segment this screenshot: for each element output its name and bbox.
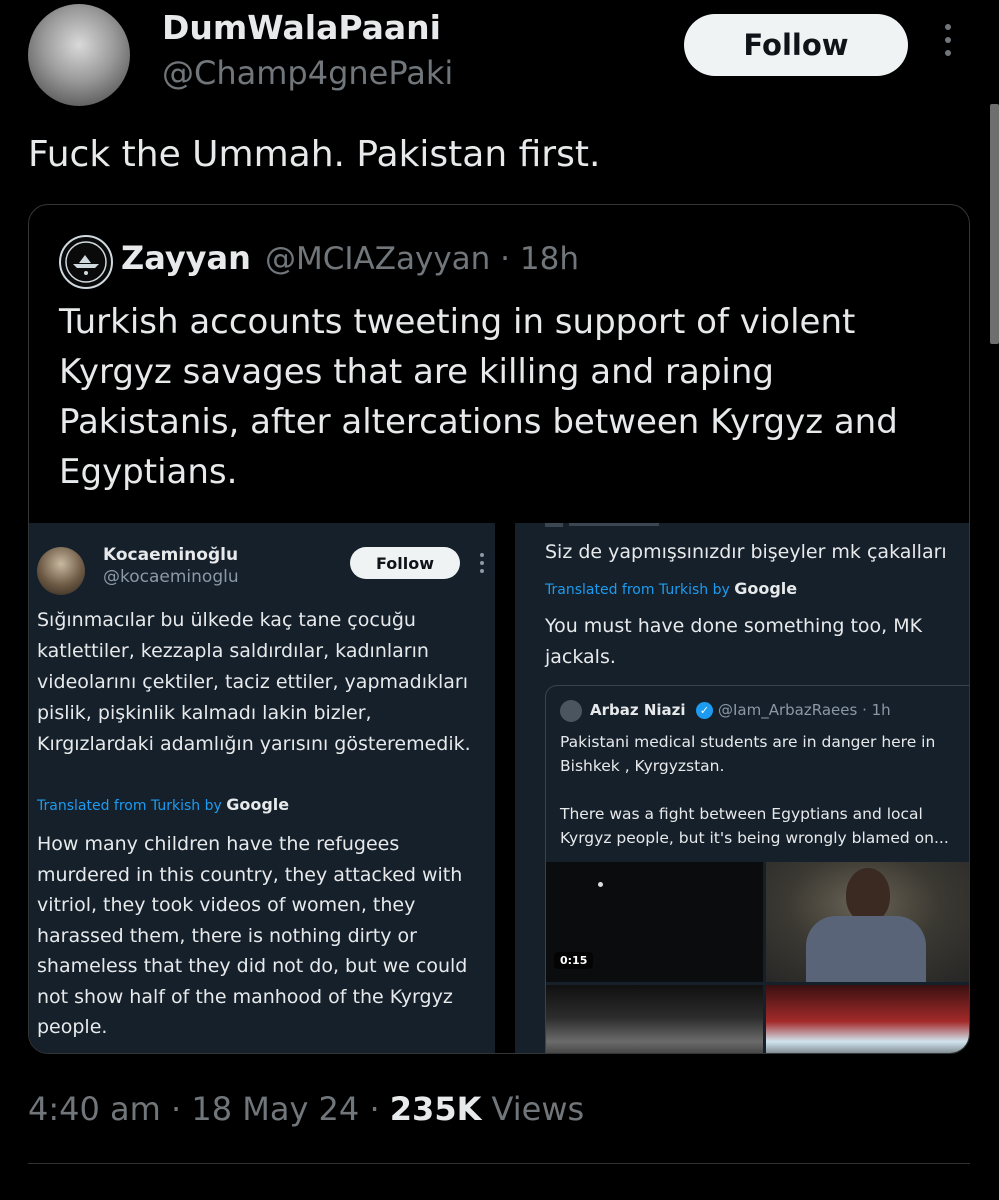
photo-figure-body — [806, 916, 926, 982]
media-photo-2 — [546, 985, 763, 1053]
follow-button[interactable]: Follow — [684, 14, 908, 76]
nested-author-avatar — [560, 700, 582, 722]
scrollbar[interactable] — [990, 104, 999, 344]
tweet-text: Fuck the Ummah. Pakistan first. — [28, 134, 601, 175]
screenshot-more-icon — [479, 553, 485, 573]
quoted-tweet-text: Turkish accounts tweeting in support of … — [59, 302, 898, 492]
divider — [28, 1163, 970, 1164]
screenshot-avatar — [37, 547, 85, 595]
reply-translation-label: Translated from Turkish by Google — [545, 579, 797, 598]
tweet-timestamp[interactable]: 4:40 am · 18 May 24 · — [28, 1090, 380, 1128]
screenshot-author-name: Kocaeminoğlu — [103, 545, 239, 565]
screenshot-translated-text: How many children have the refugees murd… — [37, 833, 468, 1038]
media-photo-1 — [766, 862, 969, 982]
screenshot-author-handle: @kocaeminoglu — [103, 567, 239, 587]
more-options-icon[interactable] — [937, 24, 959, 66]
reply-translator-name: Google — [734, 579, 798, 598]
media-grid: 0:15 — [546, 862, 969, 1053]
nested-author-meta: @Iam_ArbazRaees · 1h — [718, 701, 891, 719]
author-display-name[interactable]: DumWalaPaani — [162, 8, 441, 47]
quoted-author-name[interactable]: Zayyan — [121, 239, 251, 277]
light-dot — [598, 882, 603, 887]
translator-name: Google — [226, 795, 290, 814]
nested-quoted-tweet: Arbaz Niazi ✓ @Iam_ArbazRaees · 1h Pakis… — [545, 685, 969, 1053]
reply-original-text: Siz de yapmışsınızdır bişeyler mk çakall… — [545, 541, 947, 563]
views-count: 235K — [389, 1090, 482, 1128]
quoted-tweet-card[interactable]: Zayyan @MCIAZayyan · 18h Turkish account… — [28, 204, 970, 1054]
author-handle[interactable]: @Champ4gnePaki — [162, 54, 453, 92]
verified-badge-icon: ✓ — [696, 702, 713, 719]
video-duration-badge: 0:15 — [554, 952, 594, 969]
nested-author-name: Arbaz Niazi — [590, 701, 686, 719]
media-photo-3 — [766, 985, 969, 1053]
emblem-icon — [65, 241, 107, 283]
author-avatar[interactable] — [28, 4, 130, 106]
nested-tweet-text: Pakistani medical students are in danger… — [560, 733, 949, 847]
views-label: Views — [491, 1090, 585, 1128]
quoted-author-avatar — [59, 235, 113, 289]
translation-label: Translated from Turkish by Google — [37, 795, 289, 814]
quoted-author-meta[interactable]: @MCIAZayyan · 18h — [265, 241, 579, 277]
reply-translated-text: You must have done something too, MK jac… — [545, 615, 923, 668]
screenshot-follow-button: Follow — [350, 547, 460, 579]
photo-figure-head — [846, 868, 890, 922]
embedded-screenshot-left: Kocaeminoğlu @kocaeminoglu Follow Sığınm… — [29, 523, 495, 1053]
embedded-screenshot-right: Siz de yapmışsınızdır bişeyler mk çakall… — [515, 523, 969, 1053]
media-video-thumbnail: 0:15 — [546, 862, 763, 982]
tweet-meta: 4:40 am · 18 May 24 · 235K Views — [28, 1090, 584, 1128]
cropped-header-strip — [545, 523, 659, 527]
screenshot-original-text: Sığınmacılar bu ülkede kaç tane çocuğu k… — [37, 609, 471, 755]
translation-label-text: Translated from Turkish by — [37, 798, 222, 814]
reply-translation-label-text: Translated from Turkish by — [545, 582, 730, 598]
